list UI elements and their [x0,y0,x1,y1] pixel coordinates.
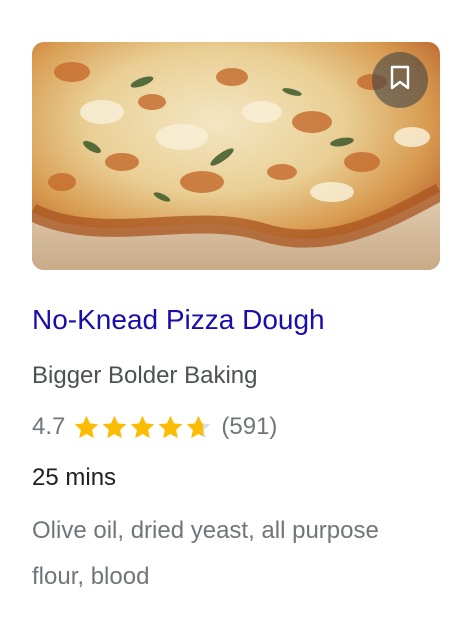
recipe-card[interactable]: No-Knead Pizza Dough Bigger Bolder Bakin… [0,0,460,624]
star-icon [75,415,99,439]
star-icon [103,415,127,439]
rating-value: 4.7 [32,413,66,440]
rating-stars [73,414,213,440]
rating-row: 4.7 (591) [32,410,277,444]
star-icon [159,415,183,439]
ingredients-list: Olive oil, dried yeast, all purpose flou… [32,517,379,590]
cook-time: 25 mins [32,464,117,491]
save-recipe-button[interactable] [372,52,428,108]
bookmark-icon [389,65,411,96]
review-count: (591) [221,413,278,440]
star-icon [187,415,211,439]
recipe-title-link[interactable]: No-Knead Pizza Dough [32,302,325,338]
recipe-source: Bigger Bolder Baking [32,362,258,389]
star-icon [131,415,155,439]
